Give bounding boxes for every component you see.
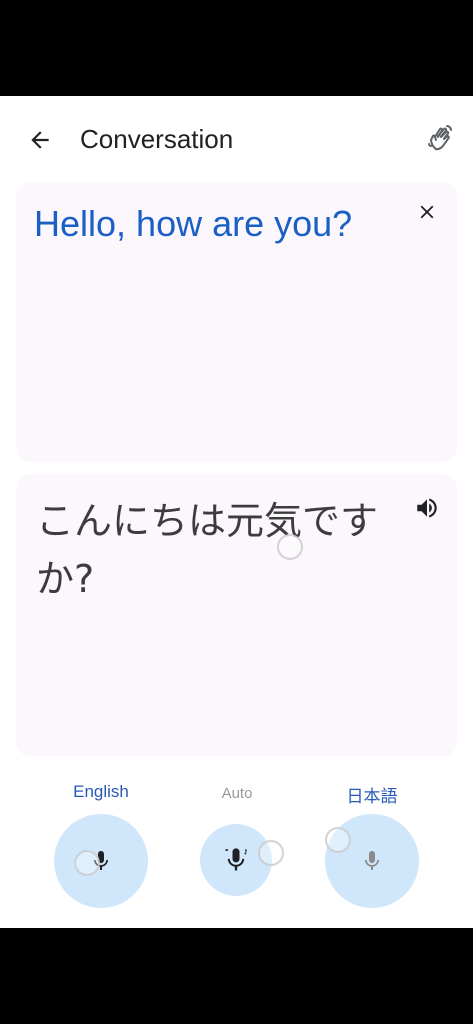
hand-wave-icon [428,125,452,151]
language-right-label[interactable]: 日本語 [312,782,432,807]
touch-indicator [277,534,303,560]
conversation-screen: Conversation Hello, how are you? こんにちは元気… [0,96,473,928]
close-icon [420,205,434,219]
hand-wave-button[interactable] [421,118,461,158]
auto-mode-label[interactable]: Auto [177,785,297,802]
target-card[interactable]: こんにちは元気ですか? [16,474,457,756]
touch-indicator [74,850,100,876]
source-text: Hello, how are you? [34,203,353,244]
source-card[interactable]: Hello, how are you? [16,182,457,462]
touch-indicator [258,840,284,866]
touch-indicator [325,827,351,853]
listen-button[interactable] [411,492,443,524]
mic-button-english[interactable] [54,814,148,908]
translated-text: こんにちは元気ですか? [36,499,379,601]
back-button[interactable] [20,120,60,160]
clear-button[interactable] [411,196,443,228]
mic-icon [365,851,379,870]
page-title: Conversation [80,124,234,154]
mic-sparkle-icon [225,848,247,871]
app-header: Conversation [0,96,473,180]
language-left-label[interactable]: English [41,782,161,802]
speaker-icon [417,498,437,518]
arrow-left-icon [31,131,49,149]
